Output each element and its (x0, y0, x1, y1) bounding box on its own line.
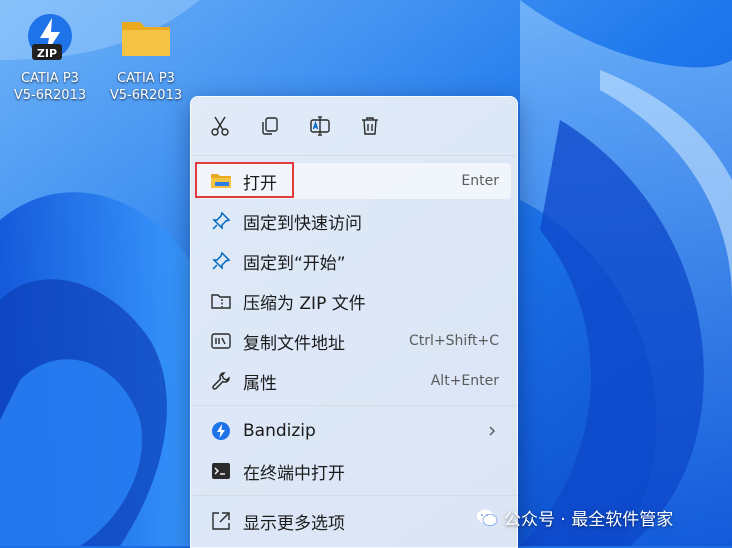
zip-folder-icon (209, 289, 233, 313)
menu-item-open-in-terminal[interactable]: 在终端中打开 (197, 453, 511, 489)
bandizip-icon (209, 419, 233, 443)
menu-separator (191, 155, 517, 156)
menu-item-compress-zip[interactable]: 压缩为 ZIP 文件 (197, 283, 511, 319)
folder-icon (116, 8, 176, 68)
menu-item-label: 显示更多选项 (243, 513, 345, 534)
menu-item-label: 属性 (243, 373, 277, 394)
cut-icon (211, 116, 229, 136)
menu-item-label: 复制文件地址 (243, 333, 345, 354)
watermark: 公众号 · 最全软件管家 (476, 505, 673, 530)
wrench-icon (209, 369, 233, 393)
more-options-icon (209, 509, 233, 533)
menu-item-show-more-options[interactable]: 显示更多选项 (197, 503, 511, 539)
menu-item-label: 固定到快速访问 (243, 213, 362, 234)
rename-button[interactable] (304, 110, 336, 142)
wechat-icon (477, 509, 498, 526)
copy-button[interactable] (254, 110, 286, 142)
highlight-box (195, 162, 294, 198)
desktop-icon-zip-file[interactable]: ZIP CATIA P3 V5-6R2013 (7, 8, 93, 104)
menu-item-pin-quick-access[interactable]: 固定到快速访问 (197, 203, 511, 239)
rename-icon (310, 116, 330, 136)
desktop-icon-label-line2: V5-6R2013 (109, 88, 183, 103)
copy-icon (262, 117, 278, 135)
desktop-icon-label-line1: CATIA P3 (21, 71, 79, 86)
menu-item-label: 固定到“开始” (243, 253, 346, 274)
watermark-text: 公众号 · 最全软件管家 (504, 510, 674, 530)
menu-item-label: 在终端中打开 (243, 463, 345, 484)
zip-archive-icon: ZIP (20, 8, 80, 68)
copy-path-icon (209, 329, 233, 353)
pin-icon (209, 249, 233, 273)
context-menu-toolbar (191, 97, 517, 155)
menu-separator (191, 405, 517, 406)
menu-item-properties[interactable]: 属性 Alt+Enter (197, 363, 511, 399)
menu-item-label: 压缩为 ZIP 文件 (243, 293, 366, 314)
menu-item-shortcut: Enter (461, 173, 499, 189)
menu-item-shortcut: Ctrl+Shift+C (409, 333, 499, 349)
menu-item-bandizip[interactable]: Bandizip (197, 413, 511, 449)
desktop-icon-label-line2: V5-6R2013 (13, 88, 87, 103)
desktop-icon-folder[interactable]: CATIA P3 V5-6R2013 (103, 8, 189, 104)
delete-button[interactable] (354, 110, 386, 142)
menu-item-shortcut: Alt+Enter (430, 373, 499, 389)
delete-icon (362, 117, 378, 135)
desktop-icon-label-line1: CATIA P3 (117, 71, 175, 86)
cut-button[interactable] (204, 110, 236, 142)
menu-item-pin-start[interactable]: 固定到“开始” (197, 243, 511, 279)
menu-item-copy-path[interactable]: 复制文件地址 Ctrl+Shift+C (197, 323, 511, 359)
terminal-icon (209, 459, 233, 483)
menu-item-label: Bandizip (243, 421, 316, 441)
chevron-right-icon (487, 422, 497, 441)
menu-separator (191, 495, 517, 496)
svg-text:ZIP: ZIP (37, 47, 57, 60)
pin-icon (209, 209, 233, 233)
